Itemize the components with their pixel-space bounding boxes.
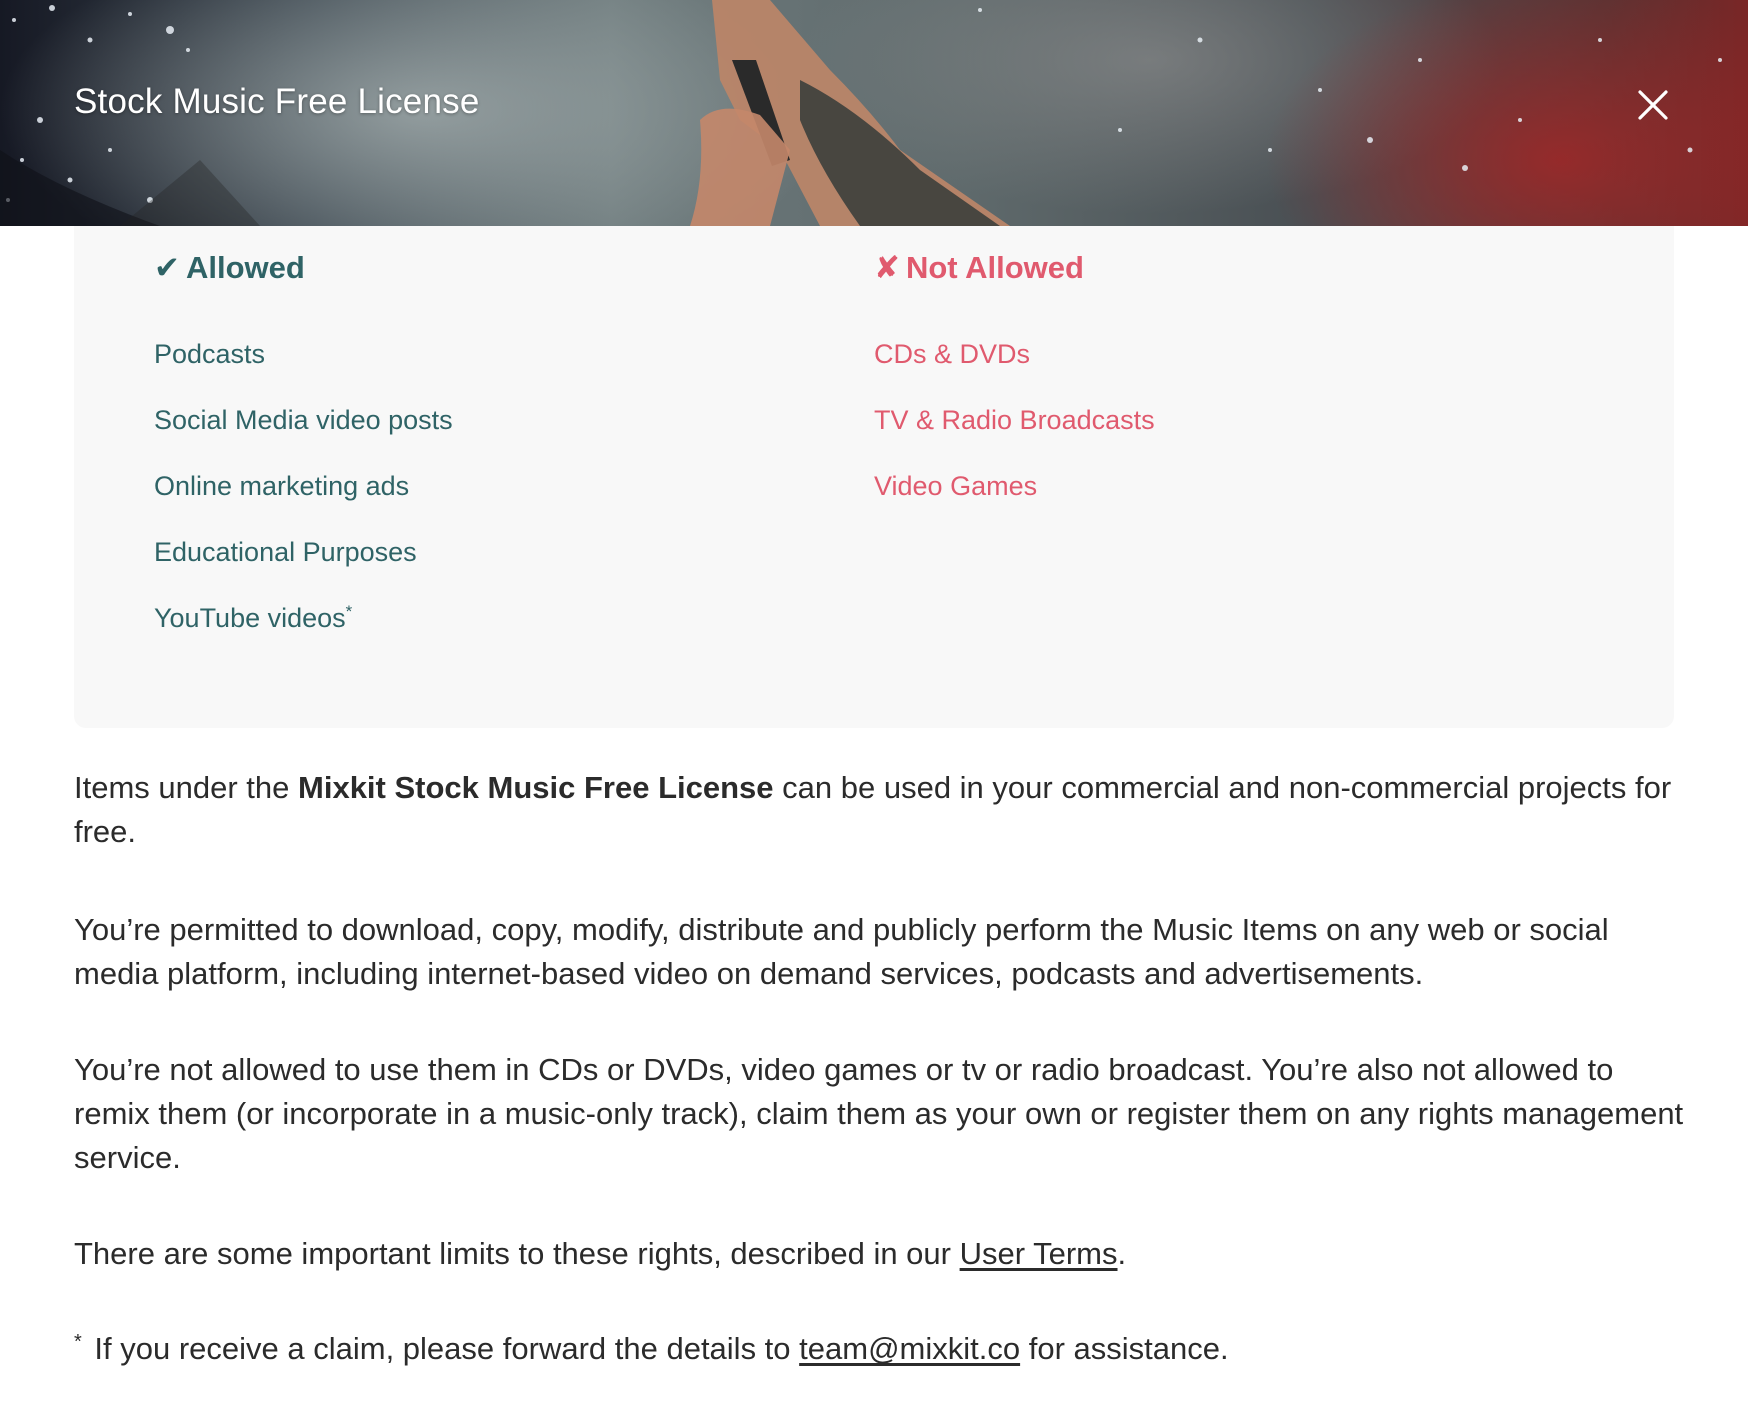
not-allowed-heading-label: Not Allowed — [905, 250, 1084, 285]
cross-icon: ✘ — [874, 250, 900, 285]
allowed-list: Podcasts Social Media video posts Online… — [154, 338, 453, 668]
not-allowed-heading: ✘ Not Allowed — [874, 250, 1084, 286]
close-icon — [1638, 90, 1668, 120]
paragraph-text: There are some important limits to these… — [74, 1236, 960, 1271]
check-icon: ✔ — [154, 250, 180, 285]
license-paragraph: Items under the Mixkit Stock Music Free … — [74, 766, 1684, 854]
allowed-item: Podcasts — [154, 339, 266, 369]
modal-title: Stock Music Free License — [74, 82, 480, 121]
allowed-item-label: YouTube videos — [154, 603, 346, 633]
footnote-text: If you receive a claim, please forward t… — [85, 1331, 800, 1366]
license-description: Items under the Mixkit Stock Music Free … — [74, 766, 1684, 1404]
footnote: * If you receive a claim, please forward… — [74, 1327, 1684, 1371]
footnote-star: * — [74, 1330, 82, 1353]
license-modal: Stock Music Free License ✔ Allowed Podcas… — [0, 0, 1748, 1404]
paragraph-text: . — [1117, 1236, 1127, 1271]
modal-header: Stock Music Free License — [0, 0, 1748, 226]
user-terms-link[interactable]: User Terms — [960, 1236, 1118, 1271]
not-allowed-item: CDs & DVDs — [874, 339, 1031, 369]
footnote-marker: * — [345, 602, 353, 621]
restrictions-paragraph: You’re not allowed to use them in CDs or… — [74, 1052, 1684, 1175]
support-email-link[interactable]: team@mixkit.co — [799, 1331, 1020, 1366]
not-allowed-list: CDs & DVDs TV & Radio Broadcasts Video G… — [874, 338, 1155, 536]
close-button[interactable] — [1628, 80, 1678, 130]
allowed-item: Educational Purposes — [154, 537, 417, 567]
allowed-item: Online marketing ads — [154, 471, 410, 501]
not-allowed-item: TV & Radio Broadcasts — [874, 405, 1155, 435]
allowed-item: Social Media video posts — [154, 405, 453, 435]
not-allowed-item: Video Games — [874, 471, 1038, 501]
allowed-heading: ✔ Allowed — [154, 250, 305, 286]
footnote-text: for assistance. — [1020, 1331, 1229, 1366]
limits-paragraph: There are some important limits to these… — [74, 1232, 1684, 1276]
paragraph-text: Items under the — [74, 770, 299, 805]
usage-panel: ✔ Allowed Podcasts Social Media video pos… — [74, 226, 1674, 728]
allowed-heading-label: Allowed — [185, 250, 305, 285]
allowed-item: YouTube videos* — [154, 602, 453, 668]
permitted-paragraph: You’re permitted to download, copy, modi… — [74, 912, 1609, 991]
license-name: Mixkit Stock Music Free License — [298, 770, 774, 805]
